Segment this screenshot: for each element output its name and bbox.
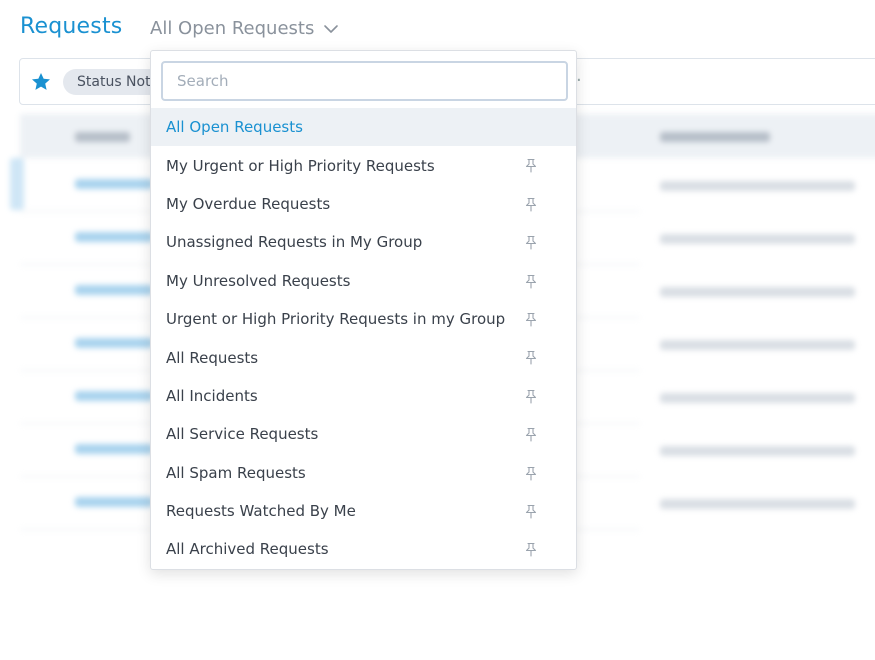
pin-icon[interactable] <box>524 504 538 519</box>
pin-icon[interactable] <box>524 274 538 289</box>
search-wrap <box>161 61 568 101</box>
row-date <box>660 499 855 509</box>
view-option-label: My Unresolved Requests <box>166 271 351 290</box>
view-option[interactable]: Requests Watched By Me <box>151 492 576 530</box>
view-selector[interactable]: All Open Requests <box>150 18 340 39</box>
requests-page: Requests All Open Requests Status Not . … <box>0 0 875 660</box>
view-option-label: All Open Requests <box>166 118 303 137</box>
chevron-down-icon <box>324 24 339 33</box>
view-option[interactable]: All Incidents <box>151 377 576 415</box>
view-selector-label: All Open Requests <box>150 18 315 39</box>
pin-icon[interactable] <box>524 389 538 404</box>
view-option[interactable]: All Service Requests <box>151 415 576 453</box>
view-option-label: All Incidents <box>166 386 258 405</box>
view-option-label: My Overdue Requests <box>166 194 331 213</box>
view-option[interactable]: Unassigned Requests in My Group <box>151 223 576 261</box>
view-dropdown-menu: All Open Requests My Urgent or High Prior… <box>150 50 577 570</box>
view-option-label: My Urgent or High Priority Requests <box>166 156 435 175</box>
pin-icon[interactable] <box>524 197 538 212</box>
pin-icon[interactable] <box>524 312 538 327</box>
column-header-subject <box>75 132 130 142</box>
view-option[interactable]: Urgent or High Priority Requests in my G… <box>151 300 576 338</box>
view-option-label: All Archived Requests <box>166 540 329 559</box>
view-option-label: Urgent or High Priority Requests in my G… <box>166 310 506 329</box>
pin-icon[interactable] <box>524 542 538 557</box>
view-option[interactable]: My Overdue Requests <box>151 185 576 223</box>
view-options-list: All Open Requests My Urgent or High Prior… <box>151 108 576 569</box>
view-option[interactable]: All Spam Requests <box>151 454 576 492</box>
row-date <box>660 234 855 244</box>
page-title: Requests <box>20 14 123 39</box>
pin-icon[interactable] <box>524 350 538 365</box>
pin-icon[interactable] <box>524 235 538 250</box>
pin-icon[interactable] <box>524 466 538 481</box>
row-date <box>660 446 855 456</box>
view-option-label: All Spam Requests <box>166 463 306 482</box>
search-input[interactable] <box>161 61 568 101</box>
view-option-label: All Service Requests <box>166 425 319 444</box>
row-date <box>660 287 855 297</box>
row-date <box>660 393 855 403</box>
view-option[interactable]: My Unresolved Requests <box>151 262 576 300</box>
view-option[interactable]: All Archived Requests <box>151 530 576 568</box>
view-option[interactable]: All Open Requests <box>151 108 576 147</box>
row-date <box>660 340 855 350</box>
view-option-label: All Requests <box>166 348 259 367</box>
star-icon[interactable] <box>30 71 52 93</box>
column-header-created <box>660 132 770 142</box>
row-date <box>660 181 855 191</box>
pin-icon[interactable] <box>524 427 538 442</box>
view-option[interactable]: All Requests <box>151 338 576 376</box>
pin-icon[interactable] <box>524 158 538 173</box>
view-option[interactable]: My Urgent or High Priority Requests <box>151 146 576 184</box>
view-option-label: Requests Watched By Me <box>166 502 356 521</box>
view-option-label: Unassigned Requests in My Group <box>166 233 423 252</box>
